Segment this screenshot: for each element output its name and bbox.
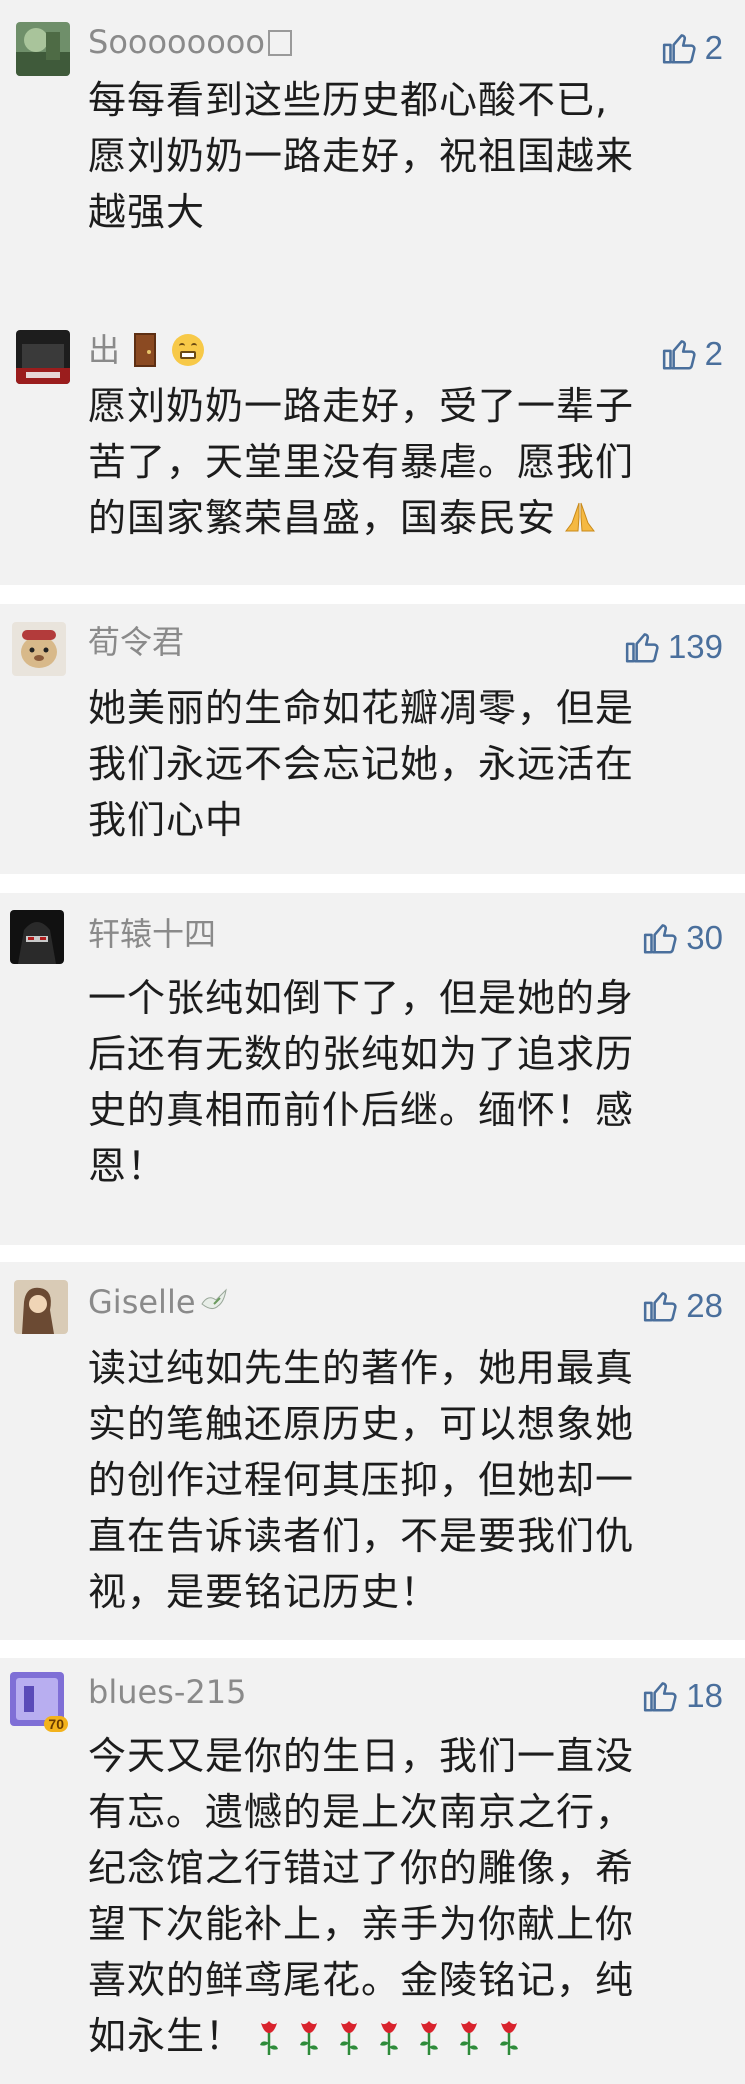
dove-emoji xyxy=(198,1285,232,1315)
comment-line: 一个张纯如倒下了，但是她的身 xyxy=(88,976,635,1020)
pray-emoji xyxy=(560,496,600,536)
like-button[interactable]: 18 xyxy=(642,1674,723,1718)
rose-icon xyxy=(294,2017,324,2074)
comment-line: 的国家繁荣昌盛，国泰民安 xyxy=(88,496,557,540)
username-text: Giselle xyxy=(88,1283,196,1321)
thumbs-up-icon xyxy=(644,924,677,954)
username[interactable]: 出 xyxy=(88,330,205,370)
like-button[interactable]: 139 xyxy=(624,625,723,669)
comment-line: 我们永远不会忘记她，永远活在 xyxy=(88,742,635,786)
comment-text: 读过纯如先生的著作，她用最真 实的笔触还原历史，可以想象她 的创作过程何其压抑，… xyxy=(88,1340,728,1620)
avatar[interactable] xyxy=(14,1280,68,1334)
comment-line: 纪念馆之行错过了你的雕像，希 xyxy=(88,1846,635,1890)
thumbs-up-icon xyxy=(662,340,696,370)
comment-line: 如永生！ xyxy=(88,2014,245,2058)
comment-line: 望下次能补上，亲手为你献上你 xyxy=(88,1902,635,1946)
username-text: blues-215 xyxy=(88,1673,247,1711)
thumbs-up-icon xyxy=(625,633,659,663)
comment-text: 每每看到这些历史都心酸不已, 愿刘奶奶一路走好，祝祖国越来 越强大 xyxy=(88,72,728,240)
username[interactable]: 轩辕十四 xyxy=(88,914,216,954)
avatar[interactable]: 70 xyxy=(10,1672,68,1732)
avatar[interactable] xyxy=(16,330,70,384)
comment-line: 苦了，天堂里没有暴虐。愿我们 xyxy=(88,440,635,484)
username[interactable]: Soooooooo xyxy=(88,22,292,62)
like-count: 2 xyxy=(704,29,723,66)
comment-line: 史的真相而前仆后继。缅怀！感 xyxy=(88,1088,635,1132)
comment-line: 实的笔触还原历史，可以想象她 xyxy=(88,1402,635,1446)
grin-emoji xyxy=(172,334,205,366)
rose-icon xyxy=(374,2017,404,2074)
rose-icon xyxy=(494,2017,524,2074)
avatar-badge: 70 xyxy=(44,1716,68,1732)
username-text: 荀令君 xyxy=(88,623,185,661)
comment-line: 后还有无数的张纯如为了追求历 xyxy=(88,1032,635,1076)
comment-line: 喜欢的鲜鸢尾花。金陵铭记，纯 xyxy=(88,1958,635,2002)
username[interactable]: 荀令君 xyxy=(88,622,184,662)
thumbs-up-icon xyxy=(644,1682,677,1712)
comment-text: 她美丽的生命如花瓣凋零，但是 我们永远不会忘记她，永远活在 我们心中 xyxy=(88,680,728,848)
comment-line: 她美丽的生命如花瓣凋零，但是 xyxy=(88,686,635,730)
comment-text: 愿刘奶奶一路走好，受了一辈子 苦了，天堂里没有暴虐。愿我们 的国家繁荣昌盛，国泰… xyxy=(88,378,728,546)
like-count: 28 xyxy=(686,1287,723,1324)
comment-line: 越强大 xyxy=(88,190,206,234)
comment-text: 今天又是你的生日，我们一直没 有忘。遗憾的是上次南京之行， 纪念馆之行错过了你的… xyxy=(88,1728,728,2074)
username-text: 出 xyxy=(88,331,121,369)
comment-line: 我们心中 xyxy=(88,798,245,842)
comment-line: 直在告诉读者们，不是要我们仇 xyxy=(88,1514,635,1558)
avatar[interactable] xyxy=(10,910,64,964)
comment-text: 一个张纯如倒下了，但是她的身 后还有无数的张纯如为了追求历 史的真相而前仆后继。… xyxy=(88,970,728,1194)
rose-icon xyxy=(254,2017,284,2074)
like-button[interactable]: 30 xyxy=(642,916,723,960)
avatar[interactable] xyxy=(16,22,70,76)
empty-box-icon xyxy=(267,30,292,56)
avatar[interactable] xyxy=(12,622,66,676)
like-button[interactable]: 28 xyxy=(642,1284,723,1328)
like-count: 139 xyxy=(667,628,723,665)
like-count: 18 xyxy=(686,1677,723,1714)
comment-line: 读过纯如先生的著作，她用最真 xyxy=(88,1346,635,1390)
comment-line: 愿刘奶奶一路走好，受了一辈子 xyxy=(88,384,635,428)
thumbs-up-icon xyxy=(644,1292,677,1322)
door-emoji xyxy=(134,333,157,367)
comment-line: 视，是要铭记历史！ xyxy=(88,1570,440,1614)
comment-line: 恩！ xyxy=(88,1144,167,1188)
rose-icon xyxy=(414,2017,444,2074)
like-button[interactable]: 2 xyxy=(661,26,723,70)
like-button[interactable]: 2 xyxy=(661,332,723,376)
username[interactable]: blues-215 xyxy=(88,1672,246,1712)
like-count: 2 xyxy=(704,335,723,372)
rose-emoji-row xyxy=(244,2014,524,2058)
like-count: 30 xyxy=(686,919,723,956)
rose-icon xyxy=(334,2017,364,2074)
comment-line: 今天又是你的生日，我们一直没 xyxy=(88,1734,635,1778)
comment-line: 的创作过程何其压抑，但她却一 xyxy=(88,1458,635,1502)
thumbs-up-icon xyxy=(662,34,696,64)
comment-line: 愿刘奶奶一路走好，祝祖国越来 xyxy=(88,134,635,178)
username[interactable]: Giselle xyxy=(88,1282,232,1322)
comment-line: 有忘。遗憾的是上次南京之行， xyxy=(88,1790,635,1834)
username-text: Soooooooo xyxy=(88,23,265,61)
comment-line: 每每看到这些历史都心酸不已, xyxy=(88,78,609,122)
rose-icon xyxy=(454,2017,484,2074)
username-text: 轩辕十四 xyxy=(88,915,217,953)
